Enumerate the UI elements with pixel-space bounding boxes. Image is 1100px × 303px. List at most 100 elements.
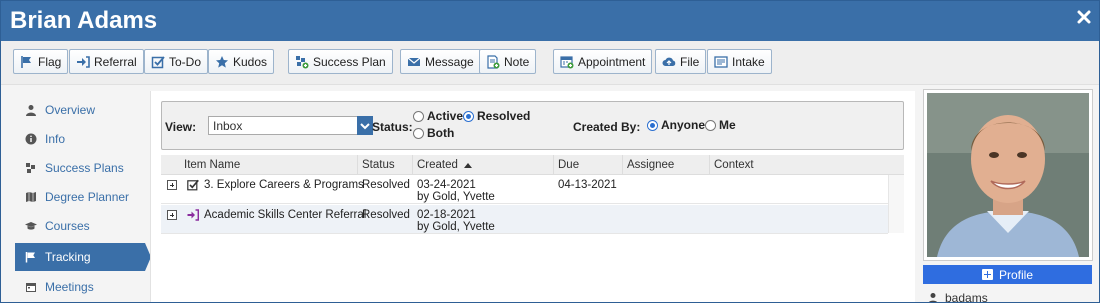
message-button-label: Message <box>425 54 474 69</box>
envelope-icon <box>407 57 421 66</box>
map-icon <box>26 192 36 202</box>
column-header-due[interactable]: Due <box>558 159 579 171</box>
file-button-label: File <box>680 54 700 69</box>
status-resolved-label: Resolved <box>477 109 531 123</box>
table-row[interactable]: Academic Skills Center Referral Resolved… <box>161 205 888 234</box>
radio-button[interactable] <box>705 119 716 131</box>
kudos-button-label: Kudos <box>233 54 268 69</box>
row-item-name[interactable]: 3. Explore Careers & Programs <box>204 179 364 192</box>
success-plan-button[interactable]: Success Plan <box>288 49 393 74</box>
filter-bar: View: Inbox Status: Active Resolved Both… <box>161 101 904 150</box>
grid-scrollbar[interactable] <box>888 175 904 233</box>
calendar-icon <box>26 283 36 292</box>
referral-icon <box>77 55 90 68</box>
referral-button-label: Referral <box>94 54 137 69</box>
to-do-button[interactable]: To-Do <box>144 49 209 74</box>
close-icon[interactable] <box>1076 9 1092 25</box>
radio-button-selected[interactable] <box>463 110 474 122</box>
flag-icon <box>21 55 31 68</box>
table-row[interactable]: 3. Explore Careers & Programs Resolved 0… <box>161 175 888 204</box>
appointment-button[interactable]: Appointment <box>553 49 653 74</box>
sidebar-nav: Overview Info Success Plans Degree Plann… <box>1 91 151 302</box>
status-resolved-radio[interactable]: Resolved <box>463 109 530 123</box>
column-header-created[interactable]: Created <box>417 159 473 171</box>
sidebar-item-overview[interactable]: Overview <box>15 96 145 124</box>
action-toolbar: Flag Referral To-Do Kudos Success Plan M… <box>1 41 1099 85</box>
row-due: 04-13-2021 <box>558 179 617 191</box>
message-button[interactable]: Message <box>400 49 481 74</box>
created-by-me-radio[interactable]: Me <box>705 118 736 132</box>
status-both-label: Both <box>427 126 455 140</box>
title-bar: Brian Adams <box>1 1 1099 41</box>
sidebar-item-label: Success Plans <box>45 161 124 175</box>
sidebar-item-tracking[interactable]: Tracking <box>15 243 151 271</box>
sidebar-item-label: Degree Planner <box>45 190 130 204</box>
kudos-button[interactable]: Kudos <box>208 49 275 74</box>
person-icon <box>26 105 36 116</box>
flag-button-label: Flag <box>38 54 62 69</box>
sidebar-item-label: Info <box>45 132 66 146</box>
success-plan-button-label: Success Plan <box>313 54 386 69</box>
profile-panel: Profile badams <box>915 85 1099 302</box>
sidebar-item-success-plans[interactable]: Success Plans <box>15 154 145 182</box>
sidebar-item-meetings[interactable]: Meetings <box>15 273 145 301</box>
note-button-label: Note <box>504 54 530 69</box>
puzzle-icon <box>26 163 35 173</box>
view-select[interactable]: Inbox <box>208 116 373 135</box>
student-photo <box>923 89 1093 261</box>
sidebar-item-label: Courses <box>45 219 90 233</box>
chevron-down-icon[interactable] <box>357 116 373 135</box>
appointment-button-label: Appointment <box>578 54 646 69</box>
file-button[interactable]: File <box>655 49 707 74</box>
note-button[interactable]: Note <box>479 49 537 74</box>
created-by-anyone-radio[interactable]: Anyone <box>647 118 705 132</box>
sidebar-item-info[interactable]: Info <box>15 125 145 153</box>
graduation-cap-icon <box>25 222 37 230</box>
intake-button-label: Intake <box>732 54 765 69</box>
row-created-by: by Gold, Yvette <box>417 221 495 233</box>
status-both-radio[interactable]: Both <box>413 126 454 140</box>
column-header-context[interactable]: Context <box>714 159 754 171</box>
profile-button[interactable]: Profile <box>923 265 1092 284</box>
column-header-item-name[interactable]: Item Name <box>184 159 240 171</box>
column-header-created-label: Created <box>417 159 458 171</box>
expand-plus-icon[interactable] <box>167 180 177 190</box>
created-by-me-label: Me <box>719 118 736 132</box>
radio-button[interactable] <box>413 127 424 139</box>
expand-plus-icon[interactable] <box>167 210 177 220</box>
column-divider <box>553 155 554 175</box>
column-divider <box>357 155 358 175</box>
column-divider <box>412 155 413 175</box>
status-active-radio[interactable]: Active <box>413 109 463 123</box>
row-item-name[interactable]: Academic Skills Center Referral <box>204 209 366 222</box>
tracking-panel: View: Inbox Status: Active Resolved Both… <box>150 91 915 302</box>
student-photo-image <box>927 93 1089 257</box>
intake-button[interactable]: Intake <box>707 49 772 74</box>
sidebar-item-courses[interactable]: Courses <box>15 212 145 240</box>
status-label: Status: <box>372 120 413 134</box>
row-status: Resolved <box>362 209 410 221</box>
note-icon <box>487 54 500 69</box>
star-icon <box>216 55 228 68</box>
radio-button[interactable] <box>413 110 424 122</box>
sort-up-icon <box>464 163 473 168</box>
intake-form-icon <box>714 55 728 68</box>
referral-icon <box>187 209 199 221</box>
column-header-status[interactable]: Status <box>362 159 395 171</box>
to-do-button-label: To-Do <box>169 54 202 69</box>
success-plan-icon <box>296 55 309 68</box>
created-by-anyone-label: Anyone <box>661 118 706 132</box>
view-select-value: Inbox <box>213 119 243 133</box>
sidebar-item-label: Tracking <box>45 250 91 264</box>
sidebar-item-label: Meetings <box>45 280 94 294</box>
radio-button-selected[interactable] <box>647 119 658 131</box>
checkbox-icon <box>187 179 199 191</box>
student-card-window: Brian Adams Flag Referral To-Do Kudos Su… <box>0 0 1100 303</box>
student-name-title: Brian Adams <box>10 7 158 34</box>
sidebar-item-degree-planner[interactable]: Degree Planner <box>15 183 145 211</box>
calendar-icon <box>560 55 574 68</box>
referral-button[interactable]: Referral <box>69 49 144 74</box>
view-label: View: <box>165 120 197 134</box>
column-header-assignee[interactable]: Assignee <box>627 159 674 171</box>
flag-button[interactable]: Flag <box>13 49 69 74</box>
